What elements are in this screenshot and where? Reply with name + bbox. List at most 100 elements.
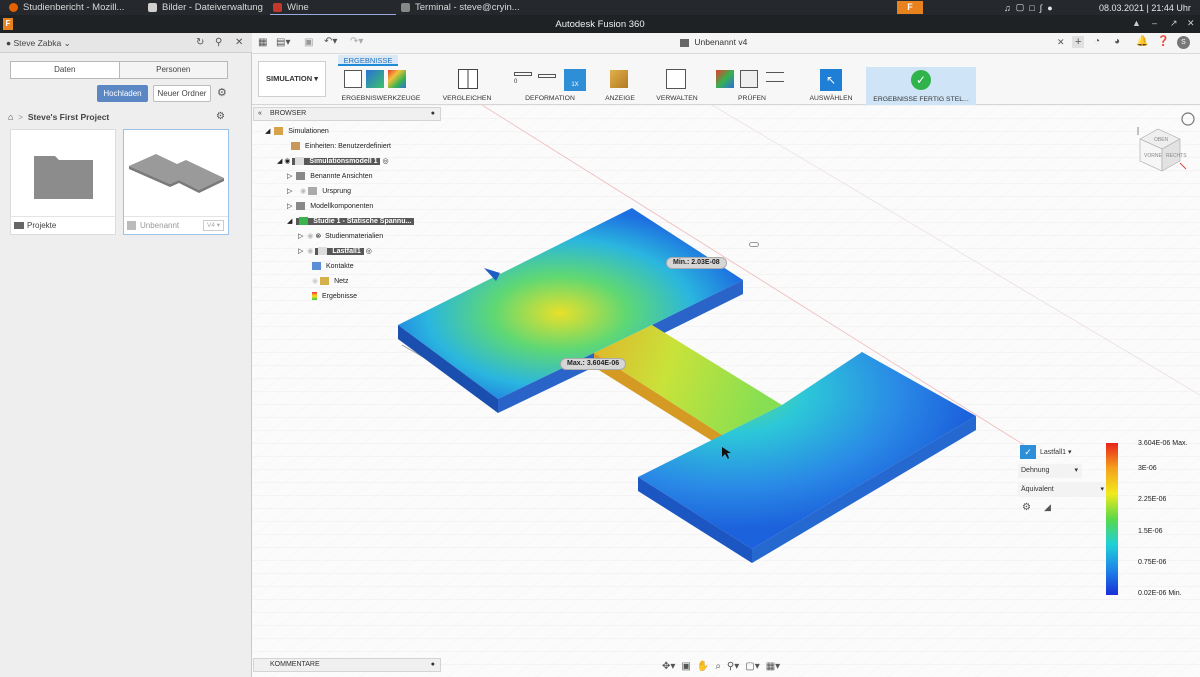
design-tile[interactable]: Unbenannt V4 ▾ (123, 129, 229, 235)
maximize-icon[interactable]: ↗ (1170, 18, 1178, 29)
notifications-icon[interactable]: 🔔 (1136, 36, 1148, 47)
tab-daten[interactable]: Daten (11, 62, 119, 78)
browser-row[interactable]: ▷ Benannte Ansichten (287, 170, 373, 184)
collapse-icon[interactable]: « (258, 108, 262, 120)
legend-options-icon[interactable]: ◢ (1044, 502, 1051, 513)
extensions-icon[interactable]: ◔ (1094, 36, 1100, 47)
activate-icon[interactable]: ◎ (366, 248, 372, 255)
legend-settings-icon[interactable]: ⚙ (1022, 502, 1031, 513)
document-tab[interactable]: Unbenannt v4 (680, 37, 747, 47)
expander-icon[interactable]: ▷ (287, 173, 292, 180)
browser-row[interactable]: Einheiten: Benutzerdefiniert (291, 140, 391, 154)
group-verwalten[interactable]: VERWALTEN (650, 66, 704, 104)
display-icon[interactable]: ▢ (1016, 2, 1025, 13)
display-settings-icon[interactable]: ▢▾ (745, 661, 759, 672)
group-auswaehlen[interactable]: ↖ AUSWÄHLEN (802, 66, 860, 104)
user-menu[interactable]: ● Steve Zabka ⌄ (6, 38, 71, 49)
eye-icon[interactable]: ◉ (312, 278, 318, 285)
max-probe-label[interactable]: Max.: 3.604E-06 (560, 358, 627, 370)
close-icon[interactable]: ✕ (235, 37, 243, 48)
bluetooth-icon[interactable]: ∫ (1040, 3, 1042, 13)
tab-personen[interactable]: Personen (118, 62, 227, 78)
browser-row[interactable]: Ergebnisse (312, 290, 357, 304)
eye-icon[interactable]: ◉ (307, 233, 313, 240)
grid-settings-icon[interactable]: ▦▾ (766, 661, 780, 672)
expander-icon[interactable]: ▷ (298, 248, 303, 255)
expander-icon[interactable]: ◢ (277, 158, 282, 165)
file-menu-icon[interactable]: ▤▾ (276, 37, 290, 48)
clock[interactable]: 08.03.2021 | 21:44 Uhr (1099, 0, 1191, 15)
legend-toggle-checkbox[interactable]: ✓ (1020, 445, 1036, 459)
job-status-icon[interactable]: ◕ (1114, 36, 1120, 47)
eye-icon[interactable]: ◉ (300, 188, 306, 195)
browser-row[interactable]: ◉ Netz (312, 275, 348, 289)
fusion-tray-icon[interactable]: F (897, 1, 923, 14)
app-grid-icon[interactable]: ▦ (258, 37, 267, 48)
expander-icon[interactable]: ◢ (287, 218, 292, 225)
pan-icon[interactable]: ✋ (697, 661, 709, 672)
orbit-icon[interactable]: ✥▾ (662, 661, 675, 672)
undo-icon[interactable]: ↶▾ (324, 36, 337, 47)
notification-icon[interactable]: ● (1047, 3, 1052, 13)
browser-row[interactable]: ▷ ◉ Lastfall1 ◎ (298, 245, 372, 259)
network-icon[interactable]: □ (1029, 3, 1034, 13)
comments-panel[interactable]: KOMMENTARE ● (253, 658, 441, 672)
folder-tile[interactable]: Projekte (10, 129, 116, 235)
group-anzeige[interactable]: ANZEIGE (598, 66, 642, 104)
group-pruefen[interactable]: PRÜFEN (712, 66, 792, 104)
version-badge[interactable]: V4 ▾ (202, 220, 224, 231)
browser-row[interactable]: ▷ ◉ Ursprung (287, 185, 351, 199)
pin-icon[interactable]: ● (431, 659, 435, 671)
group-finish-results[interactable]: ✓ ERGEBNISSE FERTIG STEL... (866, 67, 976, 105)
component-select[interactable]: Äquivalent ▾ (1018, 483, 1108, 497)
eye-icon[interactable]: ◉ (307, 248, 313, 255)
avatar[interactable]: S (1177, 36, 1190, 49)
workspace-switcher[interactable]: SIMULATION ▾ (258, 61, 326, 97)
keep-above-icon[interactable]: ▲ (1132, 18, 1141, 28)
loadcase-select[interactable]: Lastfall1 ▾ (1040, 448, 1072, 456)
save-icon[interactable]: ▣ (304, 37, 313, 48)
group-deformation[interactable]: 0 1X DEFORMATION (508, 66, 592, 104)
upload-button[interactable]: Hochladen (97, 85, 148, 102)
settings-icon[interactable]: ⚙ (217, 86, 227, 99)
result-type-select[interactable]: Dehnung ▾ (1018, 464, 1082, 478)
expander-icon[interactable]: ▷ (287, 188, 292, 195)
home-icon[interactable]: ⌂ (8, 112, 13, 122)
tray-icons[interactable]: ♫ ▢ □ ∫ ● (1004, 0, 1053, 15)
eye-icon[interactable]: ◉ (284, 158, 290, 165)
taskbar-item[interactable]: Studienbericht - Mozill... (6, 0, 127, 15)
group-ergebniswerkzeuge[interactable]: ERGEBNISWERKZEUGE (336, 66, 426, 104)
group-vergleichen[interactable]: VERGLEICHEN (434, 66, 500, 104)
taskbar-item-active[interactable]: Wine (270, 0, 396, 15)
refresh-icon[interactable]: ↻ (196, 37, 204, 48)
project-name[interactable]: Steve's First Project (28, 112, 109, 122)
help-icon[interactable]: ❓ (1157, 36, 1169, 47)
browser-row[interactable]: ◢ Simulationen (265, 125, 329, 139)
activate-icon[interactable]: ◎ (382, 158, 388, 165)
close-window-icon[interactable]: ✕ (1187, 18, 1195, 29)
min-probe-label[interactable]: Min.: 2.03E-08 (666, 257, 727, 269)
new-tab-icon[interactable]: + (1072, 36, 1085, 48)
close-tab-icon[interactable]: ✕ (1057, 37, 1065, 48)
pin-icon[interactable]: ● (431, 108, 435, 120)
tab-ergebnisse[interactable]: ERGEBNISSE (338, 55, 398, 66)
fit-icon[interactable]: ⚲▾ (727, 661, 739, 672)
minimize-icon[interactable]: – (1152, 18, 1157, 28)
expander-icon[interactable]: ▷ (287, 203, 292, 210)
taskbar-item[interactable]: Bilder - Dateiverwaltung (145, 0, 266, 15)
browser-row[interactable]: ▷ ◉ ⊗ Studienmaterialien (298, 230, 383, 244)
taskbar-item[interactable]: Terminal - steve@cryin... (398, 0, 523, 15)
expander-icon[interactable]: ▷ (298, 233, 303, 240)
browser-row[interactable]: ◢ Studie 1 - Statische Spannu... (287, 215, 415, 229)
browser-row[interactable]: ◢ ◉ Simulationsmodell 1 ◎ (277, 155, 389, 169)
redo-icon[interactable]: ↷▾ (350, 36, 363, 47)
new-folder-button[interactable]: Neuer Ordner (153, 85, 211, 102)
volume-icon[interactable]: ♫ (1004, 3, 1011, 13)
browser-row[interactable]: ▷ Modellkomponenten (287, 200, 373, 214)
expander-icon[interactable]: ◢ (265, 128, 270, 135)
project-settings-icon[interactable]: ⚙ (216, 111, 225, 122)
browser-header[interactable]: « BROWSER ● (253, 107, 441, 121)
look-at-icon[interactable]: ▣ (681, 661, 690, 672)
zoom-icon[interactable]: ⌕ (715, 661, 721, 672)
browser-row[interactable]: Kontakte (312, 260, 354, 274)
